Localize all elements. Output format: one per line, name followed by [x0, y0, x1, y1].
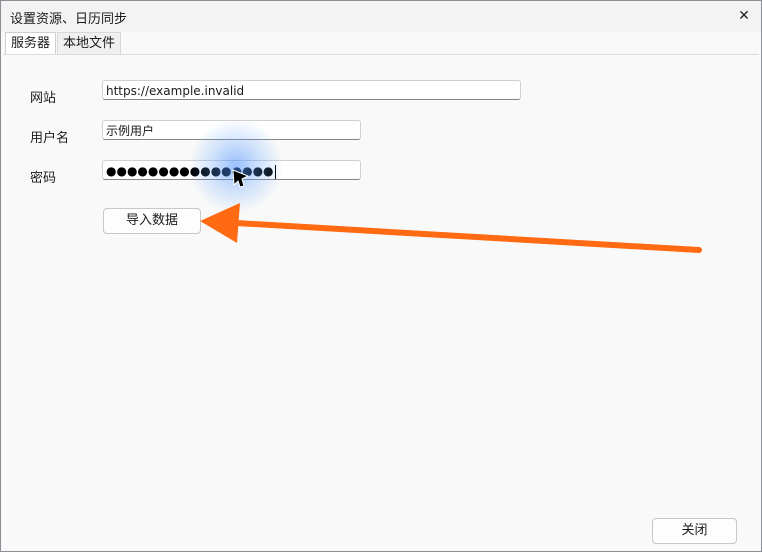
import-data-button[interactable]: 导入数据	[103, 208, 201, 234]
username-field[interactable]: 示例用户	[102, 120, 361, 140]
close-button[interactable]: 关闭	[652, 518, 737, 544]
dialog-window: 设置资源、日历同步 ✕ 服务器 本地文件 网站 https://example.…	[0, 0, 762, 552]
close-icon[interactable]: ✕	[733, 5, 755, 27]
tab-bar: 服务器 本地文件	[3, 32, 759, 55]
password-value: ●●●●●●●●●●●●●●●●	[106, 164, 274, 178]
window-title: 设置资源、日历同步	[10, 12, 128, 27]
title-bar: 设置资源、日历同步 ✕	[1, 1, 761, 32]
website-field[interactable]: https://example.invalid	[102, 80, 521, 100]
password-label: 密码	[30, 171, 57, 186]
server-panel: 网站 https://example.invalid 用户名 示例用户 密码 ●…	[4, 55, 758, 549]
tab-local-files[interactable]: 本地文件	[57, 32, 122, 54]
password-field[interactable]: ●●●●●●●●●●●●●●●●	[102, 160, 361, 180]
tab-server[interactable]: 服务器	[5, 32, 57, 54]
username-label: 用户名	[30, 131, 70, 146]
text-caret	[274, 164, 276, 179]
website-label: 网站	[30, 91, 57, 106]
